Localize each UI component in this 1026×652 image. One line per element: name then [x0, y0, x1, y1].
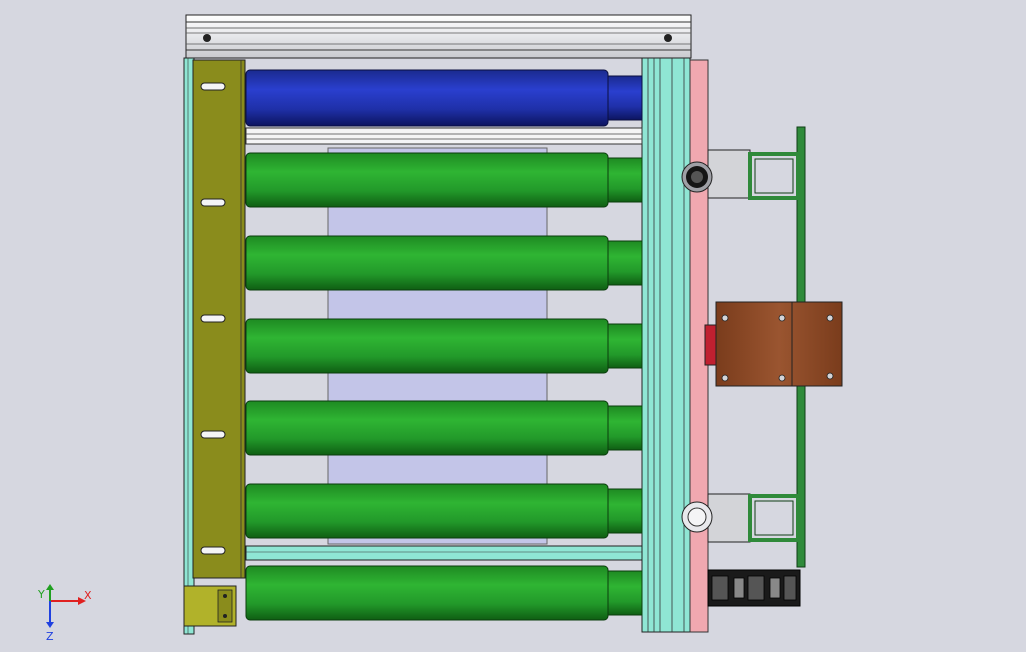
z-axis-label: Z: [46, 630, 54, 643]
motor-block: [704, 301, 843, 387]
roller-5: [245, 483, 643, 539]
top-rail: [185, 14, 692, 59]
roller-1: [245, 152, 643, 208]
roller-2: [245, 235, 643, 291]
roller-6: [245, 565, 643, 621]
roller-4: [245, 400, 643, 456]
rail-bolt-right: [664, 34, 672, 42]
left-side-plate: [192, 59, 246, 579]
right-frame: [641, 57, 709, 633]
bearing-block: [183, 585, 237, 627]
cad-assembly-drawing: X Y Z: [0, 0, 1026, 652]
x-axis-label: X: [84, 589, 92, 602]
chain-unit: [707, 569, 801, 607]
rail-bolt-left: [203, 34, 211, 42]
drive-roller: [245, 69, 643, 145]
lower-cross-member: [245, 545, 643, 561]
cad-viewport[interactable]: X Y Z: [0, 0, 1026, 652]
y-axis-label: Y: [37, 588, 45, 601]
roller-3: [245, 318, 643, 374]
